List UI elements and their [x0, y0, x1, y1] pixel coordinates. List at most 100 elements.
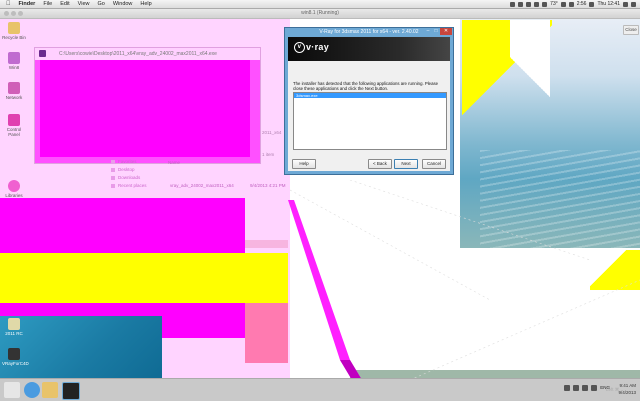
taskbar-date: 9/4/2013: [618, 390, 636, 395]
computer-icon: [8, 52, 20, 64]
zoom-dot-icon[interactable]: [18, 11, 23, 16]
chat-icon: [8, 180, 20, 192]
vray-logo-text: v·ray: [306, 42, 330, 52]
tray-network-icon[interactable]: [573, 385, 580, 391]
mouse-status: Left ⌘: [606, 387, 620, 392]
tray-volume-icon[interactable]: [582, 385, 589, 391]
start-button-icon[interactable]: [4, 382, 20, 398]
menu-file[interactable]: File: [39, 0, 56, 8]
nav-favorites[interactable]: Favorites: [110, 158, 170, 166]
desktop-icon-label: Win8: [8, 65, 20, 70]
desktop-icon-network[interactable]: Network: [2, 82, 26, 100]
volume-icon[interactable]: [568, 1, 574, 7]
explorer-nav: Favorites Desktop Downloads Recent place…: [110, 158, 170, 190]
faint-line: [349, 180, 591, 261]
nav-recent[interactable]: Recent places: [110, 182, 170, 190]
cancel-button[interactable]: Cancel: [422, 159, 446, 169]
desktop-icon-label: Recycle Bin: [2, 35, 26, 40]
app-logo-icon: [39, 50, 46, 57]
maximize-icon[interactable]: □: [432, 28, 440, 35]
timemachine-icon[interactable]: [526, 1, 532, 7]
menu-finder[interactable]: Finder: [15, 0, 40, 8]
temperature: 73°: [550, 1, 558, 7]
column-header-name[interactable]: Name: [168, 160, 180, 165]
tray-flag-icon[interactable]: [564, 385, 571, 391]
glitch-faint-lines: [290, 180, 640, 380]
menu-window[interactable]: Window: [109, 0, 137, 8]
close-dot-icon[interactable]: [4, 11, 9, 16]
menubar-clock[interactable]: Thu 12:41: [597, 1, 620, 7]
file-explorer-icon[interactable]: [42, 382, 58, 398]
desktop-icon-vray[interactable]: VRayForC4D: [2, 348, 29, 366]
desktop-icon-recycle-bin[interactable]: Recycle Bin: [2, 22, 26, 40]
windows-taskbar: ENG 9:41 AM 9/4/2013: [0, 378, 640, 401]
dialog-window-buttons: – □ ✕: [424, 28, 452, 35]
desktop-icon-2011[interactable]: 2011 RC: [2, 318, 26, 336]
minimize-icon[interactable]: –: [424, 28, 432, 35]
glitch-block-light-pink: [245, 240, 288, 248]
battery-time[interactable]: 2:56: [577, 1, 587, 7]
nav-downloads[interactable]: Downloads: [110, 174, 170, 182]
item-count: 1 item: [262, 152, 275, 157]
network-icon: [8, 82, 20, 94]
desktop-icon-label: Network: [5, 95, 23, 100]
next-button[interactable]: Next: [394, 159, 418, 169]
back-button[interactable]: < Back: [368, 159, 392, 169]
menu-edit[interactable]: Edit: [56, 0, 73, 8]
file-row-date: 9/4/2013 4:21 PM: [250, 183, 286, 188]
vm-title-bar: win8.1 (Running): [0, 9, 640, 19]
mac-menu-bar:  Finder File Edit View Go Window Help 7…: [0, 0, 640, 9]
menu-go[interactable]: Go: [94, 0, 109, 8]
desktop-icon-libraries[interactable]: Libraries: [2, 180, 26, 198]
file-row-name[interactable]: vray_adv_24002_max2011_x64: [170, 183, 234, 188]
wifi-icon[interactable]: [560, 1, 566, 7]
running-apps-list[interactable]: 3dsmax.exe: [293, 92, 447, 150]
taskbar-time: 9:41 AM: [619, 383, 636, 388]
menu-help[interactable]: Help: [136, 0, 155, 8]
glitch-block-yellow: [0, 253, 288, 303]
vray-logo-icon: v: [294, 42, 305, 54]
close-button[interactable]: Close: [623, 25, 639, 35]
explorer-title: C:\Users\cowie\Desktop\2011_x64\vray_adv…: [35, 48, 260, 60]
faint-line: [290, 189, 491, 301]
dialog-title-bar[interactable]: V-Ray for 3dsmax 2011 for x64 - ver. 2.4…: [285, 28, 453, 36]
menu-view[interactable]: View: [74, 0, 94, 8]
flag-icon[interactable]: [589, 1, 595, 7]
desktop-icon-label: Control Panel: [6, 127, 22, 137]
vm-title: win8.1 (Running): [301, 10, 339, 16]
desktop-icon-control-panel[interactable]: Control Panel: [2, 114, 26, 137]
nav-desktop[interactable]: Desktop: [110, 166, 170, 174]
bluetooth-icon[interactable]: [542, 1, 548, 7]
status-icon[interactable]: [510, 1, 516, 7]
system-tray: ENG: [564, 385, 610, 391]
explorer-content[interactable]: [40, 60, 250, 157]
vray-banner: v v·ray: [288, 37, 450, 61]
dialog-title: V-Ray for 3dsmax 2011 for x64 - ver. 2.4…: [319, 29, 419, 35]
close-icon[interactable]: ✕: [440, 28, 452, 35]
dialog-message: The installer has detected that the foll…: [293, 81, 438, 91]
desktop-icon-win8[interactable]: Win8: [2, 52, 26, 70]
glitch-block-pink: [245, 303, 288, 363]
dialog-body: v v·ray The installer has detected that t…: [288, 37, 450, 171]
desktop-icon-label: VRayForC4D: [2, 361, 29, 366]
apple-menu-icon[interactable]: : [0, 0, 15, 8]
vray-taskbar-icon[interactable]: [62, 382, 80, 400]
document-icon: [8, 318, 20, 330]
search-icon[interactable]: [623, 1, 628, 7]
vray-app-icon: [8, 348, 20, 360]
glitch-block-magenta: [0, 198, 245, 253]
window-controls: [4, 11, 23, 16]
glitch-white-triangle: [510, 20, 550, 120]
sync-icon[interactable]: [534, 1, 540, 7]
help-button[interactable]: Help: [292, 159, 316, 169]
list-icon[interactable]: [631, 1, 636, 7]
taskbar-clock[interactable]: 9:41 AM 9/4/2013: [618, 382, 636, 396]
internet-explorer-icon[interactable]: [24, 382, 40, 398]
list-item[interactable]: 3dsmax.exe: [294, 93, 446, 98]
tray-battery-icon[interactable]: [591, 385, 598, 391]
folder-icon: [8, 22, 20, 34]
minimize-dot-icon[interactable]: [11, 11, 16, 16]
vray-installer-dialog[interactable]: V-Ray for 3dsmax 2011 for x64 - ver. 2.4…: [284, 27, 454, 175]
desktop-icon-label: 2011 RC: [5, 331, 23, 336]
dropbox-icon[interactable]: [518, 1, 524, 7]
